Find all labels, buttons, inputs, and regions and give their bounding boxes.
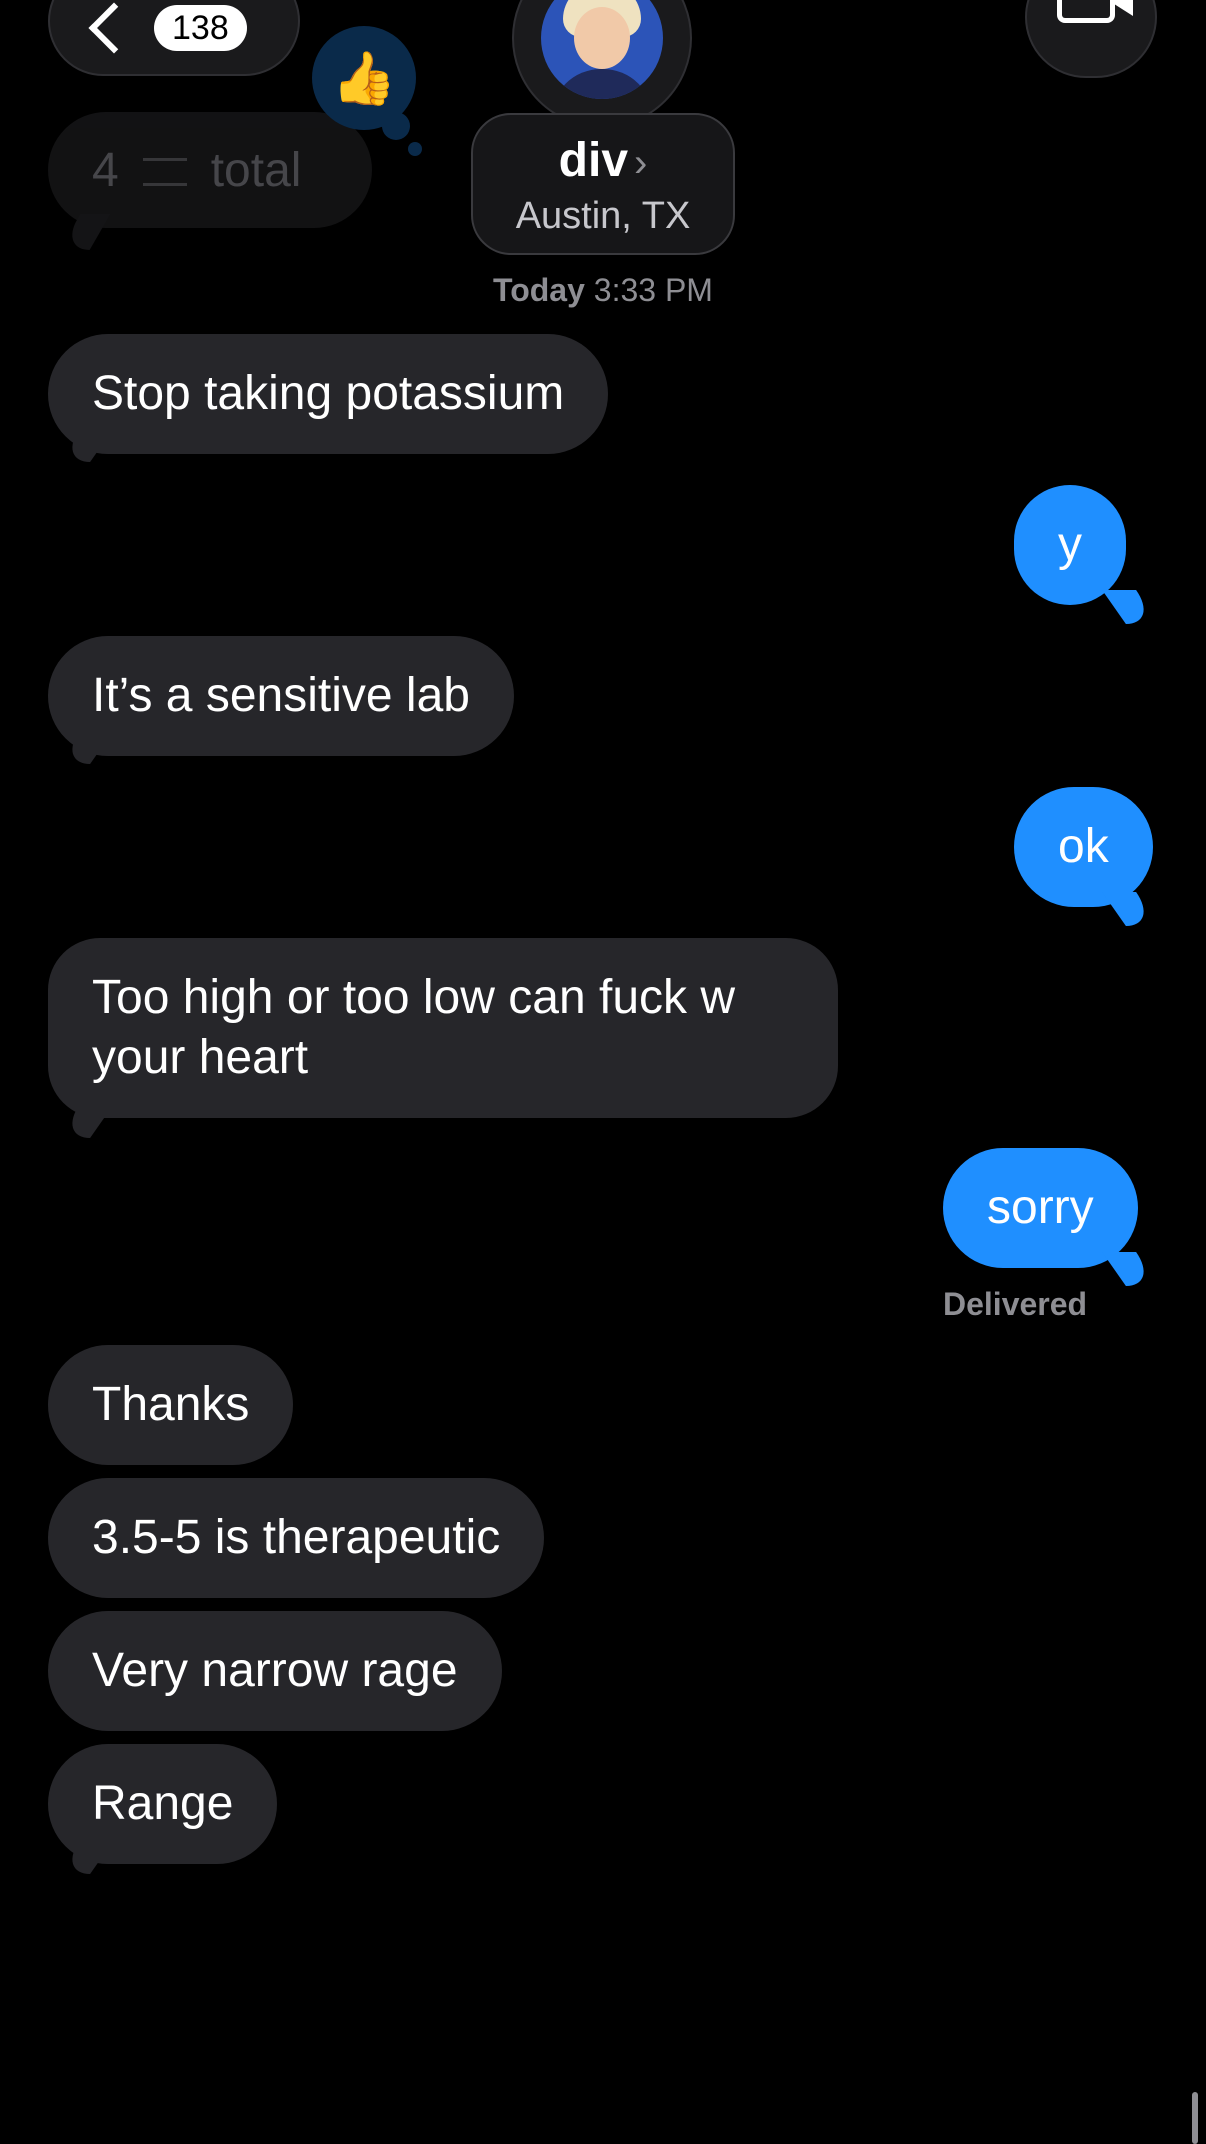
video-camera-lens: [1111, 0, 1133, 16]
conversation-timestamp: Today 3:33 PM: [0, 272, 1206, 309]
contact-name-text: div: [558, 134, 629, 187]
message-bubble-received[interactable]: Thanks: [48, 1345, 294, 1465]
avatar: [541, 0, 663, 99]
reaction-dot: [408, 142, 422, 156]
video-camera-icon: [1057, 0, 1115, 23]
timestamp-day: Today: [493, 272, 585, 308]
message-text-line: your heart: [92, 1031, 309, 1084]
bubble-tail: [56, 1104, 114, 1138]
messages-screen: 4 total 👍 138 div › Austin, TX Today 3:33…: [0, 0, 1206, 2144]
message-text-line: Too high or too low can fuck w: [92, 971, 736, 1024]
contact-avatar-button[interactable]: [512, 0, 692, 128]
chevron-right-icon: ›: [634, 141, 648, 185]
reaction-dot: [382, 112, 410, 140]
message-bubble-sent[interactable]: ok: [1014, 787, 1153, 907]
equals-icon: [142, 158, 187, 186]
back-chevron-icon: [88, 2, 140, 54]
back-button[interactable]: 138: [48, 0, 300, 76]
contact-info-button[interactable]: div › Austin, TX: [471, 113, 735, 255]
message-bubble-received[interactable]: It’s a sensitive lab: [48, 636, 514, 756]
message-bubble-received[interactable]: Very narrow rage: [48, 1611, 502, 1731]
scrollbar[interactable]: [1192, 2092, 1198, 2144]
bubble-tail: [1102, 1252, 1160, 1286]
message-bubble-received[interactable]: Too high or too low can fuck w your hear…: [48, 938, 838, 1118]
message-text: y: [1058, 518, 1082, 571]
faded-message-number: 4: [92, 143, 119, 197]
delivered-status: Delivered: [943, 1286, 1088, 1322]
facetime-video-button[interactable]: [1025, 0, 1157, 78]
message-text: Range: [92, 1777, 234, 1830]
message-text: Thanks: [92, 1378, 250, 1431]
message-text: Very narrow rage: [92, 1644, 458, 1697]
contact-name: div ›: [473, 133, 733, 191]
bubble-tail: [1102, 590, 1160, 624]
message-text: It’s a sensitive lab: [92, 669, 470, 722]
message-text: Stop taking potassium: [92, 367, 565, 420]
contact-location: Austin, TX: [515, 195, 691, 237]
message-bubble-sent[interactable]: y: [1014, 485, 1126, 605]
faded-bubble-tail: [59, 214, 111, 250]
faded-message-word: total: [210, 143, 302, 197]
faded-message-bubble[interactable]: 4 total: [48, 112, 372, 228]
message-text: ok: [1058, 820, 1109, 873]
avatar-body: [551, 69, 653, 99]
message-bubble-received[interactable]: 3.5-5 is therapeutic: [48, 1478, 545, 1598]
message-text: sorry: [987, 1181, 1094, 1234]
message-bubble-received[interactable]: Stop taking potassium: [48, 334, 609, 454]
message-bubble-sent[interactable]: sorry: [943, 1148, 1138, 1268]
bubble-tail: [1102, 892, 1160, 926]
avatar-face: [574, 7, 630, 69]
timestamp-time: 3:33 PM: [593, 272, 713, 308]
unread-count-badge: 138: [154, 5, 247, 51]
message-text: 3.5-5 is therapeutic: [92, 1511, 501, 1564]
